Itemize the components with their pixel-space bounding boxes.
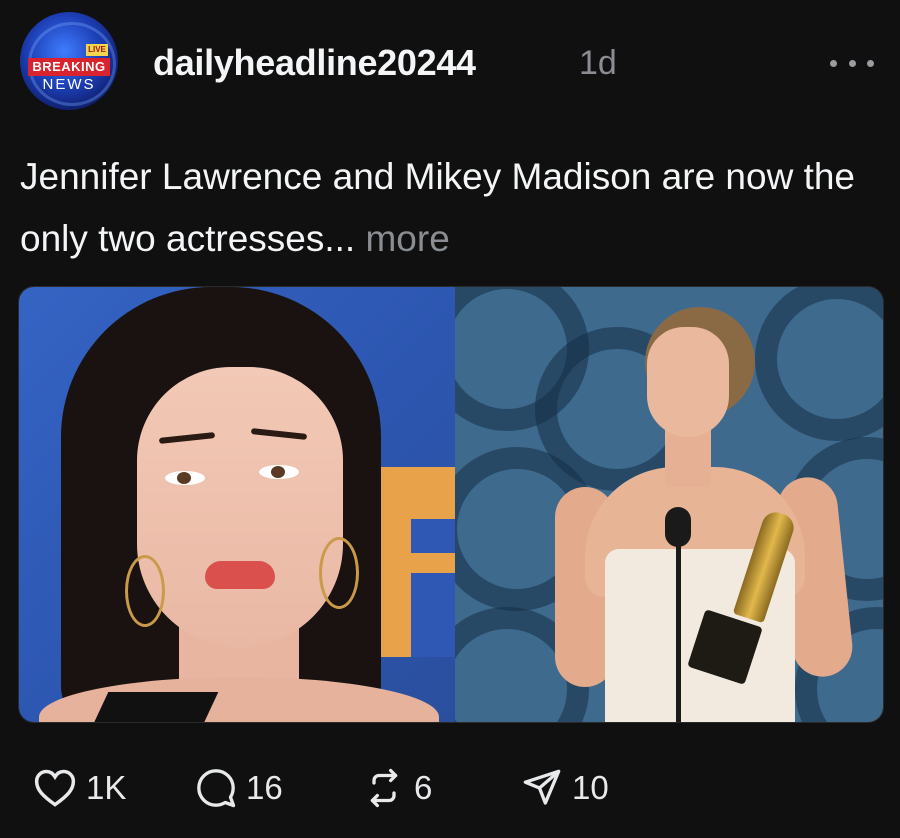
face <box>647 327 729 437</box>
avatar-breaking-text: BREAKING <box>28 58 110 76</box>
photo-right[interactable] <box>455 287 883 722</box>
repost-icon <box>364 768 404 808</box>
like-count: 1K <box>86 769 127 806</box>
earring <box>125 555 165 627</box>
microphone-stand <box>676 542 681 722</box>
avatar-news-text: NEWS <box>42 76 96 93</box>
backdrop-pattern <box>755 287 883 441</box>
action-bar: 1K 16 6 10 <box>18 760 878 816</box>
eye <box>165 471 205 485</box>
username[interactable]: dailyheadline20244 <box>153 42 476 84</box>
microphone <box>665 507 691 547</box>
menu-dot <box>830 59 837 67</box>
lips <box>205 561 275 589</box>
eye <box>259 465 299 479</box>
repost-button[interactable]: 6 <box>364 760 432 816</box>
post-text: Jennifer Lawrence and Mikey Madison are … <box>20 146 880 270</box>
face <box>137 367 343 647</box>
heart-icon <box>34 768 76 808</box>
more-link[interactable]: more <box>365 218 449 259</box>
like-button[interactable]: 1K <box>34 760 126 816</box>
repost-count: 6 <box>414 769 433 806</box>
comment-bubble-icon <box>196 768 236 808</box>
backdrop-letter-cut <box>411 573 455 657</box>
menu-dot <box>848 59 856 67</box>
share-count: 10 <box>572 769 609 806</box>
menu-dot <box>867 59 874 67</box>
comment-count: 16 <box>246 769 283 806</box>
timestamp: 1d <box>579 44 617 82</box>
dress <box>89 692 219 722</box>
avatar-live-badge: LIVE <box>86 44 108 56</box>
comment-button[interactable]: 16 <box>196 760 283 816</box>
more-horizontal-icon[interactable] <box>830 48 874 78</box>
photo-left[interactable] <box>19 287 455 722</box>
send-icon <box>522 768 562 808</box>
earring <box>319 537 359 609</box>
avatar[interactable]: LIVE BREAKING NEWS <box>20 12 118 110</box>
post-header: LIVE BREAKING NEWS dailyheadline20244 1d <box>0 0 900 130</box>
post-media[interactable] <box>18 286 884 723</box>
share-button[interactable]: 10 <box>522 760 609 816</box>
backdrop-letter-cut <box>411 519 455 553</box>
